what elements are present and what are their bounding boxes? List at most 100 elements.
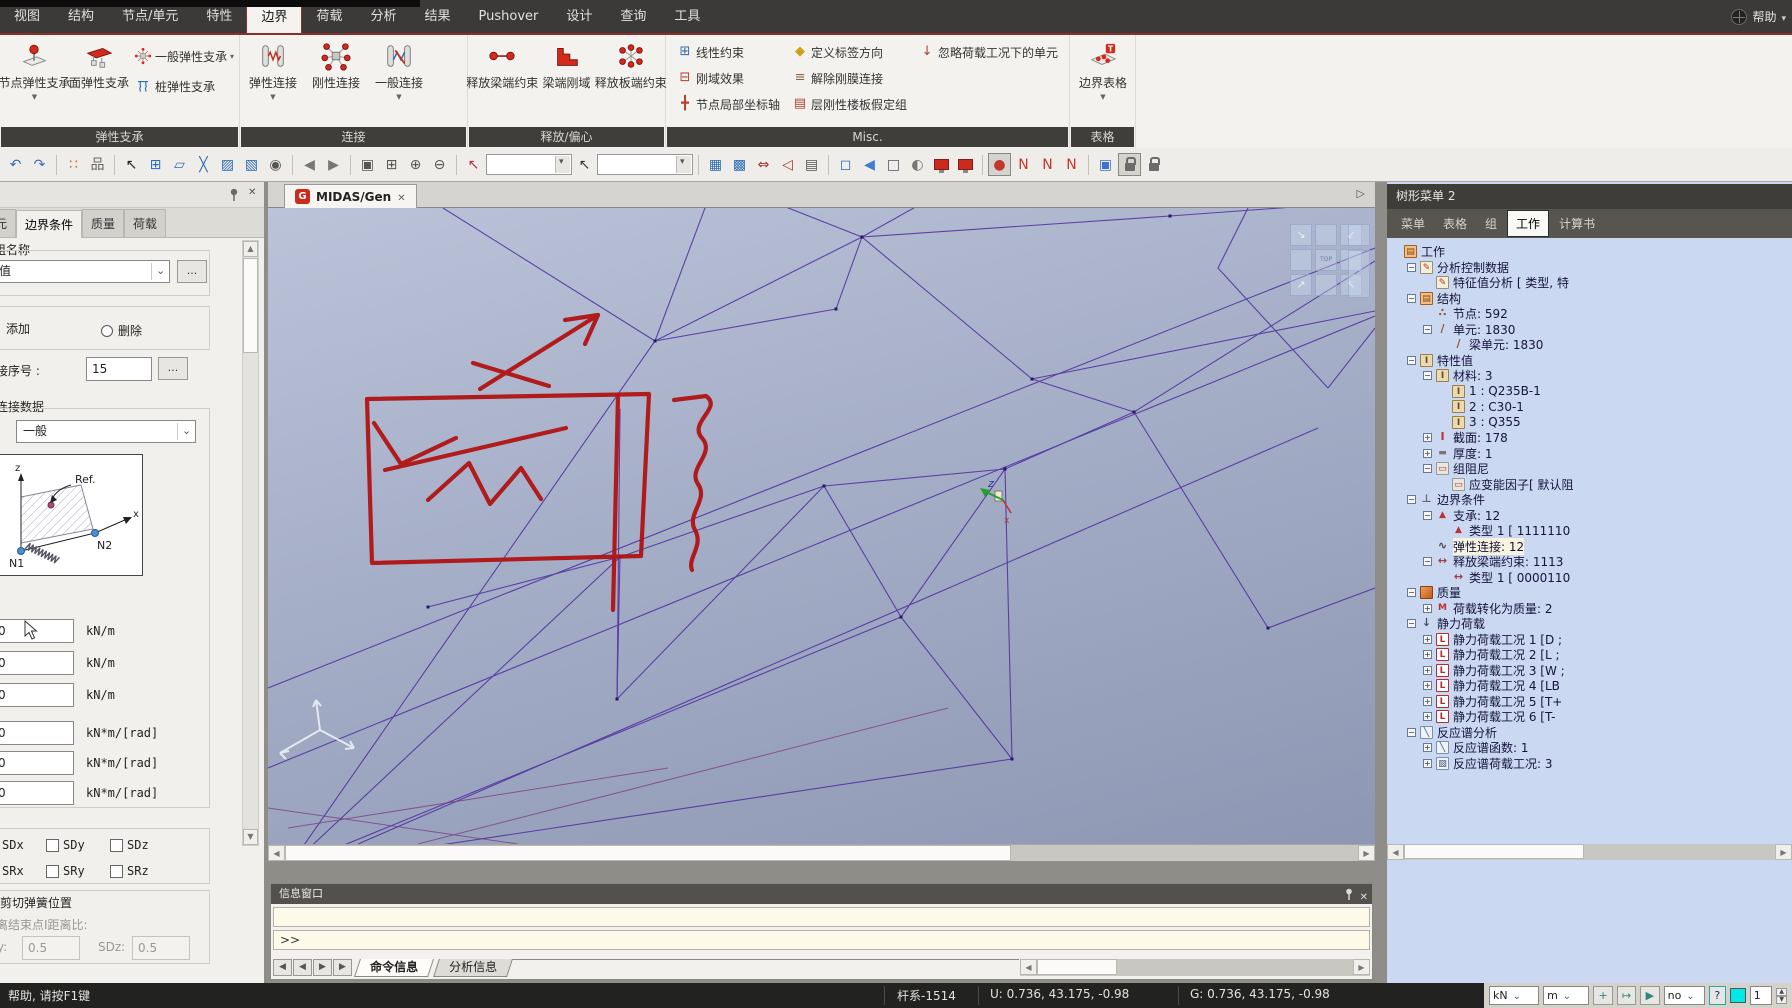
collapse-icon[interactable]: − bbox=[1423, 371, 1432, 380]
new-window-icon[interactable]: ▣ bbox=[1094, 153, 1117, 176]
view-top-button[interactable]: TOP bbox=[1315, 249, 1337, 271]
boundary-group-combo[interactable]: 值 bbox=[0, 260, 170, 283]
tree-item[interactable]: I2 : C30-1 bbox=[1387, 399, 1792, 415]
expand-icon[interactable]: + bbox=[1423, 759, 1432, 768]
render-view-icon[interactable]: ◐ bbox=[906, 153, 929, 176]
ribbon-button-节点弹性支承[interactable]: 节点弹性支承 bbox=[2, 37, 67, 101]
scroll-left-icon[interactable] bbox=[1020, 959, 1037, 975]
select-intersect-icon[interactable]: ╳ bbox=[192, 153, 215, 176]
model-viewport[interactable]: z x ↘ ↙ TOP ↗ ↖ bbox=[268, 208, 1375, 844]
collapse-icon[interactable]: − bbox=[1407, 294, 1416, 303]
tab-scroll-right-icon[interactable] bbox=[1357, 187, 1365, 200]
tab-analysis-info[interactable]: 分析信息 bbox=[433, 959, 513, 977]
snap-point-icon[interactable]: ∷ bbox=[62, 153, 85, 176]
tree-item[interactable]: +L静力荷载工况 3 [W ; bbox=[1387, 663, 1792, 679]
expand-icon[interactable]: + bbox=[1423, 743, 1432, 752]
tree-item[interactable]: ▭应变能因子[ 默认阻 bbox=[1387, 477, 1792, 493]
element-number-icon[interactable]: N bbox=[1036, 153, 1059, 176]
checkbox-box[interactable] bbox=[110, 865, 123, 878]
scroll-thumb[interactable] bbox=[1037, 959, 1117, 975]
select-identity-icon[interactable]: ◉ bbox=[264, 153, 287, 176]
tree-item[interactable]: −▲支承: 12 bbox=[1387, 508, 1792, 524]
tree-hscrollbar[interactable] bbox=[1387, 844, 1792, 860]
scroll-thumb[interactable] bbox=[1404, 844, 1584, 859]
checkbox-SRz[interactable]: SRz bbox=[110, 864, 149, 878]
checkbox-SRx[interactable]: SRx bbox=[2, 864, 24, 878]
pan-upright-icon[interactable]: ↗ bbox=[1290, 274, 1312, 296]
collapse-icon[interactable]: − bbox=[1407, 619, 1416, 628]
tree-tab-计算书[interactable]: 计算书 bbox=[1551, 211, 1603, 236]
tree-item[interactable]: −⊥边界条件 bbox=[1387, 492, 1792, 508]
display-icon[interactable] bbox=[930, 153, 953, 176]
tree-item[interactable]: I1 : Q235B-1 bbox=[1387, 384, 1792, 400]
tab-command-info[interactable]: 命令信息 bbox=[354, 959, 434, 977]
ribbon-button-一般连接[interactable]: 一般连接 bbox=[368, 37, 430, 101]
stiffness-input[interactable]: 0 bbox=[0, 751, 74, 775]
tree-tab-菜单[interactable]: 菜单 bbox=[1393, 211, 1433, 236]
help-menu[interactable]: 帮助 bbox=[1752, 8, 1776, 25]
scroll-down-icon[interactable] bbox=[243, 829, 258, 845]
ribbon-button-节点局部坐标轴[interactable]: ╋节点局部坐标轴 bbox=[674, 93, 783, 115]
scroll-left-icon[interactable] bbox=[268, 845, 285, 861]
color-swatch[interactable] bbox=[1730, 988, 1746, 1003]
scroll-right-icon[interactable] bbox=[1775, 844, 1792, 860]
tree-item[interactable]: ↔类型 1 [ 0000110 bbox=[1387, 570, 1792, 586]
ribbon-button-弹性连接[interactable]: 弹性连接 bbox=[242, 37, 304, 101]
fit-icon[interactable]: + bbox=[1593, 986, 1612, 1005]
info-hscrollbar[interactable] bbox=[1020, 959, 1370, 976]
node-number-icon[interactable]: N bbox=[1012, 153, 1035, 176]
scroll-right-icon[interactable] bbox=[1353, 959, 1370, 975]
viewport-hscrollbar[interactable] bbox=[268, 844, 1375, 861]
pin-icon[interactable] bbox=[1344, 888, 1354, 901]
link-type-combo[interactable]: 一般 bbox=[16, 420, 196, 443]
expand-icon[interactable]: + bbox=[1423, 433, 1432, 442]
link-number-input[interactable]: 15 bbox=[86, 357, 152, 381]
scroll-thumb[interactable] bbox=[243, 258, 258, 353]
expand-icon[interactable]: + bbox=[1423, 697, 1432, 706]
tree-item[interactable]: +╲反应谱函数: 1 bbox=[1387, 740, 1792, 756]
tree-item[interactable]: +L静力荷载工况 4 [LB bbox=[1387, 678, 1792, 694]
ribbon-button-刚域效果[interactable]: ⊟刚域效果 bbox=[674, 67, 783, 89]
ribbon-button-释放板端约束[interactable]: 释放板端约束 bbox=[599, 37, 664, 91]
expand-icon[interactable]: + bbox=[1423, 604, 1432, 613]
activate-icon[interactable]: ▦ bbox=[704, 153, 727, 176]
ribbon-button-边界表格[interactable]: T边界表格 bbox=[1072, 37, 1134, 101]
status-mode[interactable]: 杆系-1514 bbox=[897, 987, 956, 1004]
tree-item[interactable]: I3 : Q355 bbox=[1387, 415, 1792, 431]
undo-icon[interactable]: ↶ bbox=[4, 153, 27, 176]
redo-icon[interactable]: ↷ bbox=[28, 153, 51, 176]
checkbox-box[interactable] bbox=[46, 839, 59, 852]
collapse-icon[interactable]: − bbox=[1407, 263, 1416, 272]
select-recent-icon[interactable]: ▶ bbox=[322, 153, 345, 176]
collapse-icon[interactable]: − bbox=[1407, 495, 1416, 504]
menu-item-设计[interactable]: 设计 bbox=[552, 0, 606, 33]
pick-select-icon[interactable]: ↖ bbox=[462, 153, 485, 176]
tree-item[interactable]: +L静力荷载工况 5 [T+ bbox=[1387, 694, 1792, 710]
activate-all-icon[interactable]: ⇔ bbox=[752, 153, 775, 176]
tree-item[interactable]: ∿弹性连接: 12 bbox=[1387, 539, 1792, 555]
ribbon-button-一般弹性支承[interactable]: 一般弹性支承 bbox=[131, 45, 237, 67]
stiffness-input[interactable]: 0 bbox=[0, 781, 74, 805]
expand-icon[interactable]: + bbox=[1423, 449, 1432, 458]
tree-item[interactable]: ∴节点: 592 bbox=[1387, 306, 1792, 322]
scroll-left-icon[interactable] bbox=[1387, 844, 1404, 860]
select-previous-icon[interactable]: ◀ bbox=[298, 153, 321, 176]
menu-item-查询[interactable]: 查询 bbox=[606, 0, 660, 33]
tree-item[interactable]: ∕梁单元: 1830 bbox=[1387, 337, 1792, 353]
node-toggle-icon[interactable]: ● bbox=[988, 153, 1011, 176]
pan-downright-icon[interactable]: ↘ bbox=[1290, 224, 1312, 246]
toggle-combo[interactable]: no bbox=[1664, 986, 1705, 1005]
scroll-right-icon[interactable] bbox=[1358, 845, 1375, 861]
tree-item[interactable]: +L静力荷载工况 1 [D ; bbox=[1387, 632, 1792, 648]
tab-mass[interactable]: 质量 bbox=[82, 209, 124, 237]
tree-item[interactable]: −∕单元: 1830 bbox=[1387, 322, 1792, 338]
tree-item[interactable]: +L静力荷载工况 6 [T- bbox=[1387, 709, 1792, 725]
expand-icon[interactable]: + bbox=[1423, 650, 1432, 659]
force-unit-combo[interactable]: kN bbox=[1489, 986, 1539, 1005]
collapse-icon[interactable]: − bbox=[1423, 464, 1432, 473]
query-button[interactable]: ? bbox=[1709, 986, 1727, 1005]
ribbon-button-层刚性楼板假定组[interactable]: ▤层刚性楼板假定组 bbox=[789, 93, 910, 115]
table-view-icon[interactable]: ▤ bbox=[800, 153, 823, 176]
zoom-out-icon[interactable]: ⊖ bbox=[428, 153, 451, 176]
left-panel-scrollbar[interactable] bbox=[242, 240, 259, 846]
